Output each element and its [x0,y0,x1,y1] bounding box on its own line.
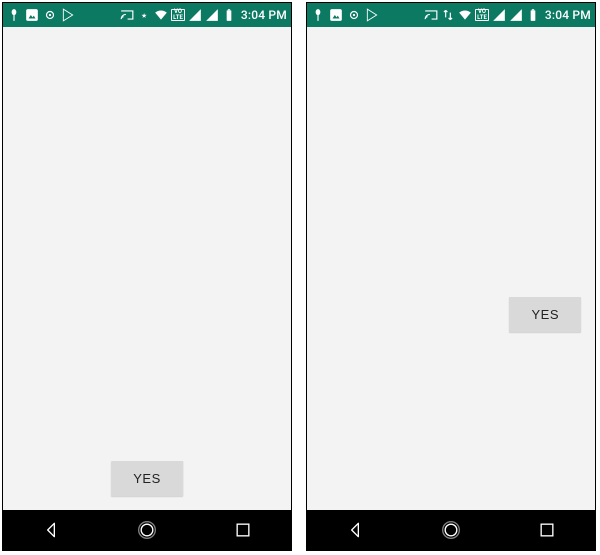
spoon-icon [7,8,21,22]
navbar [3,510,291,550]
statusbar: VOLTE 3:04 PM [307,3,595,27]
play-icon [365,8,379,22]
nav-recent-icon[interactable] [233,520,253,540]
clock-text: 3:04 PM [545,8,591,22]
statusbar-left-icons [7,8,75,22]
mountain-icon [329,8,343,22]
statusbar-left-icons [311,8,379,22]
statusbar: ٭ VOLTE 3:04 PM [3,3,291,27]
play-icon [61,8,75,22]
statusbar-right-icons: VOLTE 3:04 PM [424,8,591,22]
yes-button[interactable]: YES [509,297,581,332]
nav-home-icon[interactable] [137,520,157,540]
volte-icon: VOLTE [475,9,489,21]
clock-text: 3:04 PM [241,8,287,22]
wifi-icon [154,8,168,22]
nav-home-icon[interactable] [441,520,461,540]
navbar [307,510,595,550]
signal-icon [188,8,202,22]
nav-back-icon[interactable] [345,520,365,540]
signal-icon [509,8,523,22]
signal-icon [492,8,506,22]
nav-back-icon[interactable] [41,520,61,540]
wifi-icon [458,8,472,22]
cast-icon [120,8,134,22]
volte-icon: VOLTE [171,9,185,21]
battery-icon [526,8,540,22]
battery-icon [222,8,236,22]
asterisk-icon: ٭ [137,8,151,22]
app-content: YES [3,27,291,510]
signal-icon [205,8,219,22]
dot-icon [43,8,57,22]
mountain-icon [25,8,39,22]
transfer-icon [441,8,455,22]
phone-right: VOLTE 3:04 PM YES [306,2,596,551]
nav-recent-icon[interactable] [537,520,557,540]
app-content: YES [307,27,595,510]
statusbar-right-icons: ٭ VOLTE 3:04 PM [120,8,287,22]
dot-icon [347,8,361,22]
phone-left: ٭ VOLTE 3:04 PM YES [2,2,292,551]
spoon-icon [311,8,325,22]
cast-icon [424,8,438,22]
yes-button[interactable]: YES [111,461,183,496]
